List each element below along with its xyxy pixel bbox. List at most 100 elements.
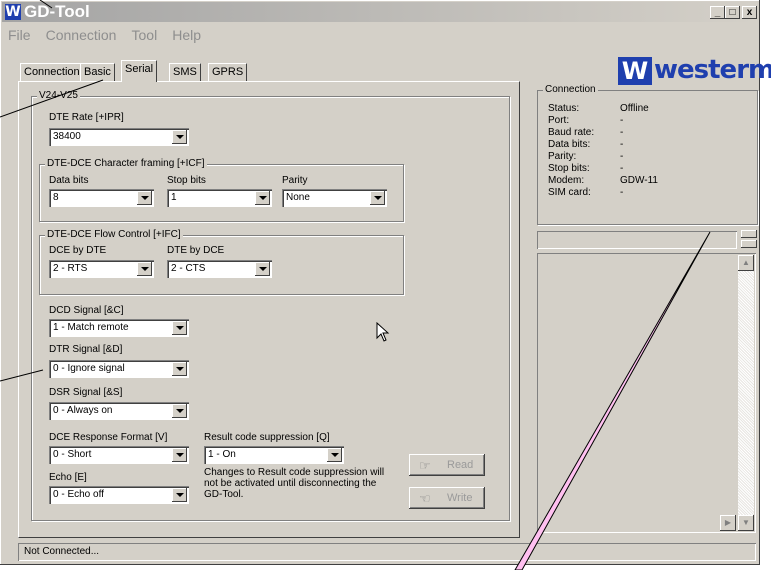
write-button[interactable]: ☜ Write [409,487,485,509]
chevron-down-icon[interactable] [137,191,152,205]
connection-field-label: Baud rate: [548,127,595,138]
data-bits-value: 8 [53,192,59,203]
data-bits-label: Data bits [49,175,89,186]
dte-by-dce-select[interactable]: 2 - CTS [167,260,272,278]
dsr-signal-select[interactable]: 0 - Always on [49,402,189,420]
suppression-note: Changes to Result code suppression will … [204,467,385,500]
chevron-down-icon[interactable] [172,488,187,502]
scroll-right-icon[interactable]: ▶ [720,515,736,531]
read-button-label: Read [447,459,474,471]
read-icon: ☞ [419,458,431,473]
echo-label: Echo [E] [49,472,87,483]
stop-bits-select[interactable]: 1 [167,189,272,207]
menu-tool[interactable]: Tool [126,24,164,43]
app-logo-icon: W [5,4,21,20]
menu-help[interactable]: Help [166,24,207,43]
connection-field-value: - [620,115,624,126]
connection-group-label: Connection [543,84,598,95]
gd-tool-window: W GD-Tool _ □ x File Connection Tool Hel… [0,0,771,565]
data-bits-select[interactable]: 8 [49,189,154,207]
parity-select[interactable]: None [282,189,387,207]
connection-field-value: - [620,163,624,174]
dsr-signal-label: DSR Signal [&S] [49,387,123,398]
result-suppression-select[interactable]: 1 - On [204,446,344,464]
connection-field-label: Status: [548,103,580,114]
title-bar[interactable]: W GD-Tool _ □ x [2,2,758,22]
dcd-signal-select[interactable]: 1 - Match remote [49,319,189,337]
chevron-down-icon[interactable] [137,262,152,276]
chevron-down-icon[interactable] [255,262,270,276]
response-format-label: DCE Response Format [V] [49,432,168,443]
connection-field-value: - [620,127,624,138]
dtr-signal-value: 0 - Ignore signal [53,363,125,374]
dte-by-dce-value: 2 - CTS [171,263,206,274]
dcd-signal-label: DCD Signal [&C] [49,305,124,316]
dce-by-dte-value: 2 - RTS [53,263,88,274]
connection-field-label: SIM card: [548,187,591,198]
response-format-value: 0 - Short [53,449,92,460]
chevron-down-icon[interactable] [172,362,187,376]
write-button-label: Write [447,492,473,504]
connection-field-label: Parity: [548,151,577,162]
connection-info-group: Connection Status: Offline Port: - Baud rate… [537,84,758,225]
scroll-up-icon[interactable]: ▲ [738,255,754,271]
dce-by-dte-label: DCE by DTE [49,245,107,256]
tab-connection[interactable]: Connection [20,63,84,81]
mouse-pointer-icon [376,322,390,342]
minimize-button[interactable]: _ [710,6,725,19]
tab-gprs[interactable]: GPRS [208,63,248,81]
echo-select[interactable]: 0 - Echo off [49,486,189,504]
chevron-down-icon[interactable] [172,321,187,335]
dce-by-dte-select[interactable]: 2 - RTS [49,260,154,278]
spin-down-icon[interactable] [741,240,757,248]
chevron-down-icon[interactable] [172,404,187,418]
menu-connection[interactable]: Connection [40,24,123,43]
result-suppression-label: Result code suppression [Q] [204,432,330,443]
connection-field-value: - [620,139,624,150]
menu-file[interactable]: File [2,24,37,43]
dte-rate-value: 38400 [53,131,81,142]
chevron-down-icon[interactable] [370,191,385,205]
chevron-down-icon[interactable] [255,191,270,205]
write-icon: ☜ [419,491,431,506]
connection-field-label: Port: [548,115,570,126]
framing-group-label: DTE-DCE Character framing [+ICF] [45,158,207,169]
dte-rate-select[interactable]: 38400 [49,128,189,146]
westermo-mark-icon: W [618,57,652,85]
westermo-wordmark: westermo [654,55,771,85]
chevron-down-icon[interactable] [327,448,342,462]
tab-sms[interactable]: SMS [169,63,201,81]
log-vertical-scrollbar[interactable]: ▲ ▼ [738,255,754,531]
dtr-signal-select[interactable]: 0 - Ignore signal [49,360,189,378]
log-area[interactable]: ▲ ▼ ▶ [537,253,756,533]
menu-bar: File Connection Tool Help [2,24,758,44]
close-button[interactable]: x [742,6,757,19]
read-button[interactable]: ☞ Read [409,454,485,476]
response-format-select[interactable]: 0 - Short [49,446,189,464]
stop-bits-label: Stop bits [167,175,206,186]
connection-field-label: Modem: [548,175,585,186]
connection-field-label: Stop bits: [548,163,590,174]
tab-basic[interactable]: Basic [80,63,115,81]
dcd-signal-value: 1 - Match remote [53,322,129,333]
log-filter-field[interactable] [537,231,737,249]
scroll-down-icon[interactable]: ▼ [738,515,754,531]
v24-group-label: V24-V25 [37,90,80,101]
connection-field-value: GDW-11 [620,175,658,186]
chevron-down-icon[interactable] [172,130,187,144]
dsr-signal-value: 0 - Always on [53,405,113,416]
spin-up-icon[interactable] [741,230,757,238]
echo-value: 0 - Echo off [53,489,104,500]
connection-field-value: Offline [620,103,649,114]
stop-bits-value: 1 [171,192,177,203]
flow-control-group-label: DTE-DCE Flow Control [+IFC] [45,229,183,240]
window-title: GD-Tool [24,2,90,21]
parity-value: None [286,192,310,203]
status-bar: Not Connected... [18,543,756,561]
chevron-down-icon[interactable] [172,448,187,462]
dte-by-dce-label: DTE by DCE [167,245,225,256]
result-suppression-value: 1 - On [208,449,236,460]
tab-serial[interactable]: Serial [121,60,158,82]
maximize-button[interactable]: □ [725,6,740,19]
serial-tab-panel: V24-V25 DTE Rate [+IPR] 38400 DTE-DCE Ch… [18,81,520,538]
